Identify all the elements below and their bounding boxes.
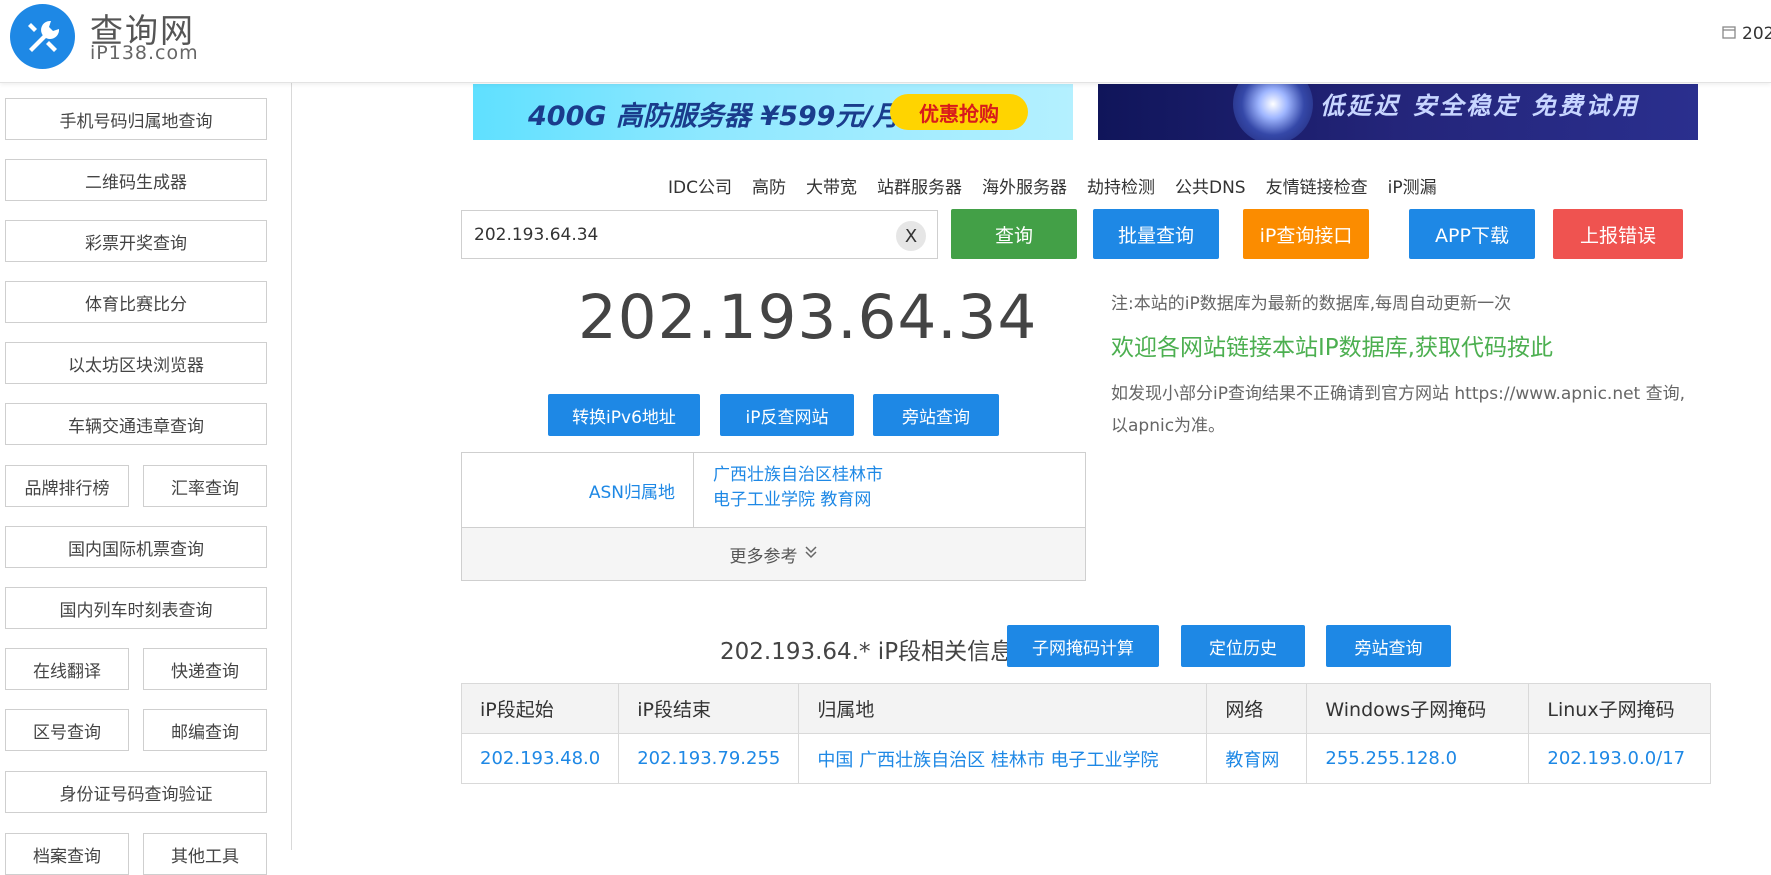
table-row: 202.193.48.0 202.193.79.255 中国 广西壮族自治区 桂… <box>460 733 1711 784</box>
sidebar-item-phone-location[interactable]: 手机号码归属地查询 <box>5 98 267 140</box>
sidebar-item-trains[interactable]: 国内列车时刻表查询 <box>5 587 267 629</box>
logo-wrench-icon[interactable] <box>10 4 75 69</box>
ip-search-box: X <box>461 210 938 259</box>
sidebar-item-lottery[interactable]: 彩票开奖查询 <box>5 220 267 262</box>
sidebar: 手机号码归属地查询 二维码生成器 彩票开奖查询 体育比赛比分 以太坊区块浏览器 … <box>0 83 292 875</box>
nav-link-bandwidth[interactable]: 大带宽 <box>806 173 857 198</box>
sidebar-item-flights[interactable]: 国内国际机票查询 <box>5 526 267 568</box>
header-date: 202 <box>1722 24 1771 44</box>
nav-link-friendlink[interactable]: 友情链接检查 <box>1266 173 1368 198</box>
asn-value[interactable]: 广西壮族自治区桂林市 电子工业学院 教育网 <box>713 463 883 513</box>
col-header-start: iP段起始 <box>460 683 620 734</box>
nav-link-gaofang[interactable]: 高防 <box>752 173 786 198</box>
more-reference-label: 更多参考 <box>729 546 798 567</box>
clear-icon[interactable]: X <box>896 221 926 251</box>
apnic-note: 如发现小部分iP查询结果不正确请到官方网站 https://www.apnic.… <box>1111 384 1686 436</box>
sidebar-item-postcode[interactable]: 邮编查询 <box>143 709 267 751</box>
col-header-linux-mask: Linux子网掩码 <box>1528 683 1711 734</box>
logo-subtitle[interactable]: iP138.com <box>90 42 199 64</box>
nav-link-cluster[interactable]: 站群服务器 <box>877 173 962 198</box>
link-db-note[interactable]: 欢迎各网站链接本站IP数据库,获取代码按此 <box>1111 328 1553 362</box>
report-error-button[interactable]: 上报错误 <box>1553 209 1683 259</box>
sidebar-item-other[interactable]: 其他工具 <box>143 833 267 875</box>
sidebar-item-areacode[interactable]: 区号查询 <box>5 709 129 751</box>
ip-api-button[interactable]: iP查询接口 <box>1243 209 1369 259</box>
sidebar-item-express[interactable]: 快递查询 <box>143 648 267 690</box>
ip-search-input[interactable] <box>474 221 874 249</box>
sidebar-item-exchange[interactable]: 汇率查询 <box>143 465 267 507</box>
asn-info-table: ASN归属地 广西壮族自治区桂林市 电子工业学院 教育网 更多参考 <box>461 452 1086 581</box>
top-nav-links: IDC公司 高防 大带宽 站群服务器 海外服务器 劫持检测 公共DNS 友情链接… <box>668 173 1437 198</box>
cell-win-mask[interactable]: 255.255.128.0 <box>1306 733 1530 784</box>
nav-link-dns[interactable]: 公共DNS <box>1175 173 1246 198</box>
subnet-calc-button[interactable]: 子网掩码计算 <box>1007 625 1159 667</box>
asn-value-line2[interactable]: 电子工业学院 教育网 <box>713 488 883 513</box>
ip-segment-table: iP段起始 iP段结束 归属地 网络 Windows子网掩码 Linux子网掩码… <box>460 683 1711 784</box>
sidebar-item-idcard[interactable]: 身份证号码查询验证 <box>5 771 267 813</box>
col-header-win-mask: Windows子网掩码 <box>1306 683 1530 734</box>
nav-link-idc[interactable]: IDC公司 <box>668 173 732 198</box>
site-header: 查询网 iP138.com 202 <box>0 0 1771 83</box>
sidebar-item-archive[interactable]: 档案查询 <box>5 833 129 875</box>
sidebar-item-translate[interactable]: 在线翻译 <box>5 648 129 690</box>
cell-linux-mask[interactable]: 202.193.0.0/17 <box>1528 733 1711 784</box>
sidebar-item-qrcode[interactable]: 二维码生成器 <box>5 159 267 201</box>
nav-link-ipleak[interactable]: iP测漏 <box>1388 173 1437 198</box>
asn-label[interactable]: ASN归属地 <box>462 453 694 527</box>
app-download-button[interactable]: APP下载 <box>1409 209 1535 259</box>
more-reference-toggle[interactable]: 更多参考 <box>462 527 1085 580</box>
cell-segment-location[interactable]: 中国 广西壮族自治区 桂林市 电子工业学院 <box>798 733 1208 784</box>
ad-disk-graphic <box>1233 84 1313 140</box>
segment-title: 202.193.64.* iP段相关信息 <box>720 639 1014 665</box>
cell-segment-start[interactable]: 202.193.48.0 <box>460 733 620 784</box>
db-note: 注:本站的iP数据库为最新的数据库,每周自动更新一次 <box>1111 294 1512 314</box>
convert-ipv6-button[interactable]: 转换iPv6地址 <box>548 394 700 436</box>
nav-link-hijack[interactable]: 劫持检测 <box>1087 173 1155 198</box>
col-header-network: 网络 <box>1206 683 1308 734</box>
col-header-location: 归属地 <box>798 683 1208 734</box>
calendar-icon <box>1722 24 1736 44</box>
sidebar-item-traffic[interactable]: 车辆交通违章查询 <box>5 403 267 445</box>
sidebar-item-brand[interactable]: 品牌排行榜 <box>5 465 129 507</box>
query-button[interactable]: 查询 <box>951 209 1077 259</box>
sidebar-item-ethereum[interactable]: 以太坊区块浏览器 <box>5 342 267 384</box>
table-header-row: iP段起始 iP段结束 归属地 网络 Windows子网掩码 Linux子网掩码 <box>460 683 1711 734</box>
ad-banner-server-text: 400G 高防服务器 ¥599元/月 <box>528 101 900 132</box>
asn-value-line1[interactable]: 广西壮族自治区桂林市 <box>713 463 883 488</box>
col-header-end: iP段结束 <box>618 683 800 734</box>
result-ip: 202.193.64.34 <box>578 282 1038 353</box>
ad-banner-server[interactable]: 400G 高防服务器 ¥599元/月 优惠抢购 <box>473 84 1073 140</box>
ad-banner-server-button[interactable]: 优惠抢购 <box>890 94 1028 130</box>
header-date-text: 202 <box>1742 24 1771 44</box>
cell-segment-end[interactable]: 202.193.79.255 <box>618 733 800 784</box>
sidebar-item-sports[interactable]: 体育比赛比分 <box>5 281 267 323</box>
side-site-button[interactable]: 旁站查询 <box>873 394 999 436</box>
chevron-double-down-icon <box>804 544 818 564</box>
location-history-button[interactable]: 定位历史 <box>1181 625 1305 667</box>
reverse-ip-button[interactable]: iP反查网站 <box>720 394 854 436</box>
ad-banner-lowlatency-text: 低延迟 安全稳定 免费试用 <box>1320 92 1640 120</box>
batch-query-button[interactable]: 批量查询 <box>1093 209 1219 259</box>
nav-link-overseas[interactable]: 海外服务器 <box>982 173 1067 198</box>
cell-segment-network[interactable]: 教育网 <box>1206 733 1308 784</box>
segment-side-site-button[interactable]: 旁站查询 <box>1326 625 1451 667</box>
ad-banner-lowlatency[interactable]: 低延迟 安全稳定 免费试用 <box>1098 84 1698 140</box>
